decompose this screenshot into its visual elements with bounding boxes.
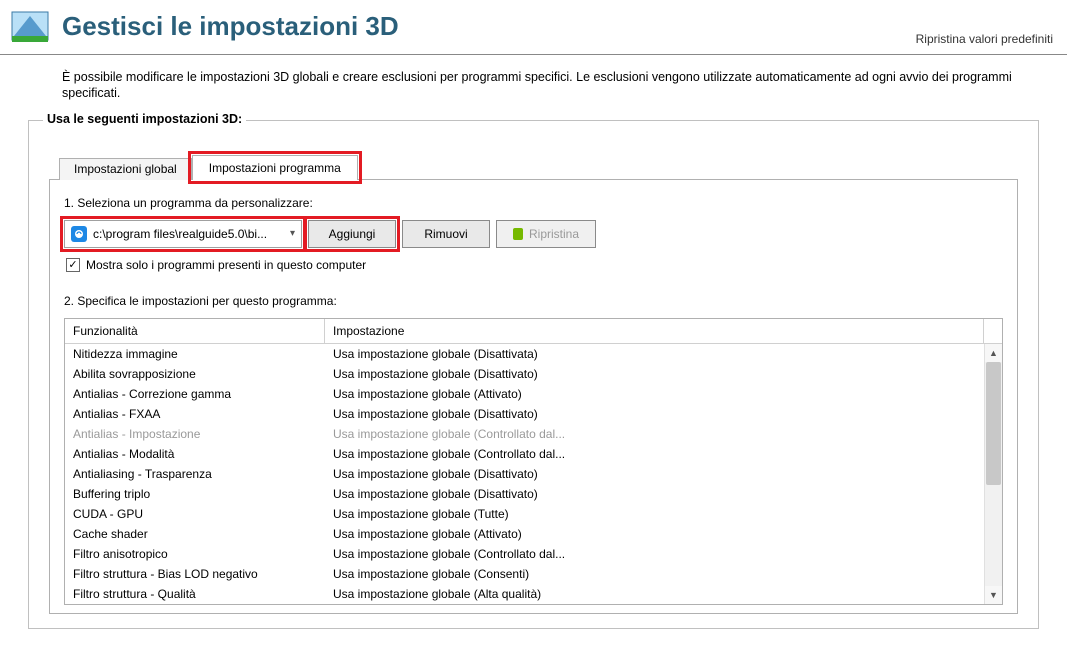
- cell-feature: Cache shader: [65, 526, 325, 542]
- table-row[interactable]: Buffering triploUsa impostazione globale…: [65, 484, 984, 504]
- nvidia-logo-icon: [513, 228, 523, 240]
- nvidia-3d-icon: [10, 6, 50, 46]
- cell-feature: Filtro struttura - Qualità: [65, 586, 325, 602]
- table-row[interactable]: Cache shaderUsa impostazione globale (At…: [65, 524, 984, 544]
- panel-label: Usa le seguenti impostazioni 3D:: [43, 112, 246, 126]
- cell-setting: Usa impostazione globale (Disattivato): [325, 406, 984, 422]
- scroll-down-icon[interactable]: ▼: [985, 586, 1002, 604]
- scroll-header-spacer: [984, 319, 1002, 343]
- cell-feature: Antialiasing - Trasparenza: [65, 466, 325, 482]
- cell-feature: Filtro anisotropico: [65, 546, 325, 562]
- program-row: c:\program files\realguide5.0\bi... ▾ Ag…: [64, 220, 1003, 248]
- add-button[interactable]: Aggiungi: [308, 220, 396, 248]
- table-row[interactable]: Antialias - Correzione gammaUsa impostaz…: [65, 384, 984, 404]
- table-row[interactable]: Nitidezza immagineUsa impostazione globa…: [65, 344, 984, 364]
- restore-defaults-link[interactable]: Ripristina valori predefiniti: [916, 32, 1057, 46]
- cell-feature: Antialias - Modalità: [65, 446, 325, 462]
- cell-feature: Antialias - FXAA: [65, 406, 325, 422]
- step1-label: 1. Seleziona un programma da personalizz…: [64, 196, 1003, 210]
- cell-setting: Usa impostazione globale (Controllato da…: [325, 446, 984, 462]
- cell-setting: Usa impostazione globale (Disattivato): [325, 486, 984, 502]
- column-setting-header[interactable]: Impostazione: [325, 319, 984, 343]
- vertical-scrollbar[interactable]: ▲ ▼: [984, 344, 1002, 604]
- program-path: c:\program files\realguide5.0\bi...: [93, 227, 284, 241]
- cell-setting: Usa impostazione globale (Alta qualità): [325, 586, 984, 602]
- table-row[interactable]: Antialias - FXAAUsa impostazione globale…: [65, 404, 984, 424]
- table-row[interactable]: Antialiasing - TrasparenzaUsa impostazio…: [65, 464, 984, 484]
- cell-setting: Usa impostazione globale (Disattivato): [325, 366, 984, 382]
- program-app-icon: [71, 226, 87, 242]
- checkbox-icon[interactable]: ✓: [66, 258, 80, 272]
- table-header: Funzionalità Impostazione: [65, 319, 1002, 344]
- program-select-dropdown[interactable]: c:\program files\realguide5.0\bi... ▾: [64, 220, 302, 248]
- table-row[interactable]: Filtro struttura - Bias LOD negativoUsa …: [65, 564, 984, 584]
- tabs: Impostazioni global Impostazioni program…: [59, 155, 1018, 180]
- cell-feature: Filtro struttura - Bias LOD negativo: [65, 566, 325, 582]
- cell-feature: Abilita sovrapposizione: [65, 366, 325, 382]
- checkbox-label: Mostra solo i programmi presenti in ques…: [86, 258, 366, 272]
- tab-global-settings[interactable]: Impostazioni global: [59, 158, 192, 180]
- page-description: È possibile modificare le impostazioni 3…: [0, 55, 1067, 120]
- cell-feature: Buffering triplo: [65, 486, 325, 502]
- restore-button[interactable]: Ripristina: [496, 220, 596, 248]
- chevron-down-icon: ▾: [290, 228, 295, 239]
- cell-setting: Usa impostazione globale (Consenti): [325, 566, 984, 582]
- scroll-up-icon[interactable]: ▲: [985, 344, 1002, 362]
- cell-feature: Antialias - Impostazione: [65, 426, 325, 442]
- cell-setting: Usa impostazione globale (Attivato): [325, 526, 984, 542]
- cell-setting: Usa impostazione globale (Disattivato): [325, 466, 984, 482]
- tab-body: 1. Seleziona un programma da personalizz…: [49, 179, 1018, 614]
- table-row[interactable]: Antialias - ModalitàUsa impostazione glo…: [65, 444, 984, 464]
- header-left: Gestisci le impostazioni 3D: [10, 6, 916, 46]
- remove-button[interactable]: Rimuovi: [402, 220, 490, 248]
- table-row[interactable]: Filtro anisotropicoUsa impostazione glob…: [65, 544, 984, 564]
- page-title: Gestisci le impostazioni 3D: [62, 11, 399, 42]
- settings-panel: Usa le seguenti impostazioni 3D: Imposta…: [28, 120, 1039, 629]
- scroll-track[interactable]: [985, 362, 1002, 586]
- only-installed-checkbox-row[interactable]: ✓ Mostra solo i programmi presenti in qu…: [66, 258, 1003, 272]
- cell-setting: Usa impostazione globale (Tutte): [325, 506, 984, 522]
- cell-setting: Usa impostazione globale (Attivato): [325, 386, 984, 402]
- cell-feature: Nitidezza immagine: [65, 346, 325, 362]
- table-row[interactable]: Filtro struttura - QualitàUsa impostazio…: [65, 584, 984, 604]
- table-row[interactable]: Abilita sovrapposizioneUsa impostazione …: [65, 364, 984, 384]
- cell-setting: Usa impostazione globale (Disattivata): [325, 346, 984, 362]
- cell-feature: Antialias - Correzione gamma: [65, 386, 325, 402]
- table-row[interactable]: CUDA - GPUUsa impostazione globale (Tutt…: [65, 504, 984, 524]
- cell-setting: Usa impostazione globale (Controllato da…: [325, 546, 984, 562]
- header: Gestisci le impostazioni 3D Ripristina v…: [0, 0, 1067, 55]
- scroll-thumb[interactable]: [986, 362, 1001, 485]
- cell-feature: CUDA - GPU: [65, 506, 325, 522]
- tab-program-settings[interactable]: Impostazioni programma: [192, 155, 358, 180]
- step2-label: 2. Specifica le impostazioni per questo …: [64, 294, 1003, 308]
- restore-button-label: Ripristina: [529, 227, 579, 241]
- column-feature-header[interactable]: Funzionalità: [65, 319, 325, 343]
- table-row[interactable]: Antialias - ImpostazioneUsa impostazione…: [65, 424, 984, 444]
- table-body: Nitidezza immagineUsa impostazione globa…: [65, 344, 984, 604]
- settings-table: Funzionalità Impostazione Nitidezza imma…: [64, 318, 1003, 605]
- cell-setting: Usa impostazione globale (Controllato da…: [325, 426, 984, 442]
